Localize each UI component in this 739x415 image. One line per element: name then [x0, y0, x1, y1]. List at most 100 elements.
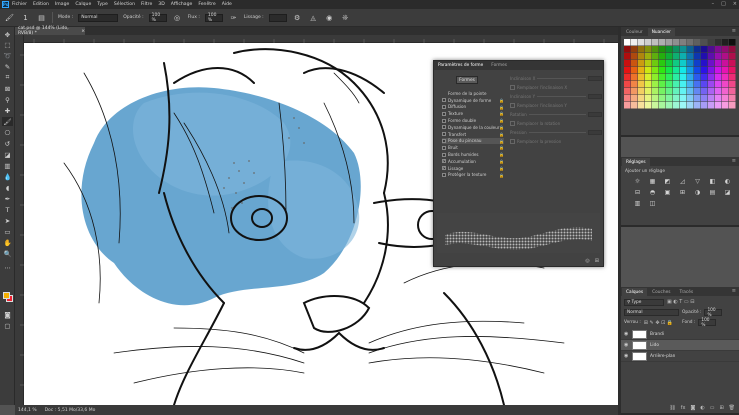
color-swatch[interactable] [687, 88, 694, 95]
menu-fichier[interactable]: Fichier [12, 2, 27, 7]
color-swatch[interactable] [631, 39, 638, 46]
posterize-icon[interactable]: ▤ [708, 188, 717, 196]
checkbox[interactable] [510, 121, 515, 126]
color-swatch[interactable] [722, 67, 729, 74]
menu-fenetre[interactable]: Fenêtre [198, 2, 215, 7]
color-swatch[interactable] [694, 81, 701, 88]
brush-option-transfer[interactable]: Transfert 🔒 [442, 131, 504, 138]
eraser-tool-icon[interactable]: ◪ [2, 150, 13, 159]
color-swatch[interactable] [715, 39, 722, 46]
color-swatch[interactable] [652, 81, 659, 88]
color-swatch[interactable] [624, 81, 631, 88]
color-swatch[interactable] [666, 102, 673, 109]
checkbox[interactable] [442, 145, 446, 150]
color-swatch[interactable] [708, 102, 715, 109]
checkbox[interactable] [442, 132, 446, 137]
gradient-tool-icon[interactable]: ▥ [2, 161, 13, 170]
color-swatch[interactable] [659, 102, 666, 109]
lock-icon[interactable]: 🔒 [499, 173, 504, 178]
close-window-button[interactable]: × [733, 1, 737, 7]
color-swatch[interactable] [673, 46, 680, 53]
color-swatch[interactable] [687, 53, 694, 60]
color-swatch[interactable] [722, 88, 729, 95]
color-swatch[interactable] [701, 46, 708, 53]
color-swatch[interactable] [680, 88, 687, 95]
checkbox[interactable] [442, 138, 446, 143]
color-swatch[interactable] [687, 81, 694, 88]
delete-layer-icon[interactable]: 🗑 [729, 405, 735, 411]
lock-icon[interactable]: 🔒 [499, 105, 504, 110]
color-swatch[interactable] [694, 95, 701, 102]
dodge-tool-icon[interactable]: ◖ [2, 183, 13, 192]
lock-icon[interactable]: 🔒 [499, 166, 504, 171]
color-swatch[interactable] [659, 81, 666, 88]
menu-type[interactable]: Type [97, 2, 108, 7]
tab-nuancier[interactable]: Nuancier [647, 28, 675, 36]
fill-field[interactable]: 100 % [698, 318, 717, 328]
panel-menu-icon[interactable]: ≡ [732, 28, 736, 34]
exposure-icon[interactable]: ◿ [678, 177, 687, 185]
layer-opacity-field[interactable]: 100 % [704, 308, 723, 318]
visibility-eye-icon[interactable]: ◉ [624, 342, 629, 348]
tab-couches[interactable]: Couches [648, 288, 674, 296]
menu-affichage[interactable]: Affichage [171, 2, 193, 7]
color-swatch[interactable] [666, 60, 673, 67]
lock-icon[interactable]: 🔒 [499, 159, 504, 164]
color-swatch[interactable] [694, 46, 701, 53]
color-swatch[interactable] [638, 95, 645, 102]
color-swatch[interactable] [715, 81, 722, 88]
color-swatch[interactable] [680, 46, 687, 53]
quick-mask-icon[interactable]: ◙ [2, 310, 13, 319]
curves-icon[interactable]: ◩ [663, 177, 672, 185]
tab-brushes[interactable]: Formes [491, 63, 507, 68]
document-info[interactable]: Doc : 5,51 Mo/33,6 Mo [45, 408, 96, 413]
color-swatch[interactable] [638, 81, 645, 88]
checkbox[interactable]: ✓ [442, 159, 446, 164]
eyedropper-tool-icon[interactable]: ⚲ [2, 95, 13, 104]
color-swatch[interactable] [715, 67, 722, 74]
color-swatch[interactable] [631, 67, 638, 74]
shape-tool-icon[interactable]: ▭ [2, 227, 13, 236]
color-swatch[interactable] [708, 74, 715, 81]
airbrush-icon[interactable]: ✑ [228, 12, 239, 23]
checkbox[interactable] [510, 139, 515, 144]
levels-icon[interactable]: ▦ [648, 177, 657, 185]
brightness-icon[interactable]: ☼ [633, 177, 642, 185]
mode-select[interactable]: Normal [78, 13, 119, 22]
color-swatch[interactable] [631, 60, 638, 67]
color-swatch[interactable] [701, 81, 708, 88]
tab-reglages[interactable]: Réglages [622, 158, 650, 166]
color-swatch[interactable] [722, 39, 729, 46]
history-brush-tool-icon[interactable]: ↺ [2, 139, 13, 148]
menu-edition[interactable]: Edition [33, 2, 49, 7]
hand-tool-icon[interactable]: ✋ [2, 238, 13, 247]
layer-row[interactable]: ◉ Arrière-plan [621, 351, 739, 362]
color-swatch[interactable] [645, 60, 652, 67]
color-swatch[interactable] [694, 88, 701, 95]
color-swatch[interactable] [687, 95, 694, 102]
color-swatch[interactable] [680, 102, 687, 109]
menu-image[interactable]: Image [55, 2, 69, 7]
pressure-size-icon[interactable]: ◉ [324, 12, 335, 23]
document-tab[interactable]: cat.psd @ 144% (Lido, RVB/8) * × [15, 26, 85, 36]
brush-option-smoothing[interactable]: ✓ Lissage 🔒 [442, 165, 504, 172]
value-field[interactable] [588, 130, 602, 135]
lock-icon[interactable]: 🔒 [499, 125, 504, 130]
filter-icons[interactable]: ▣ ◐ T ▭ ⊟ [667, 299, 694, 306]
color-swatch[interactable] [666, 53, 673, 60]
gradient-map-icon[interactable]: ▥ [633, 199, 642, 207]
tab-couleur[interactable]: Couleur [622, 28, 647, 36]
color-swatch[interactable] [680, 81, 687, 88]
color-swatch[interactable] [631, 88, 638, 95]
brush-option-shape-dynamics[interactable]: Dynamique de forme 🔒 [442, 97, 504, 104]
lock-icon[interactable]: 🔒 [499, 139, 504, 144]
slider-track[interactable] [537, 95, 586, 98]
layer-row[interactable]: ◉ Brandi [621, 329, 739, 340]
tab-calques[interactable]: Calques [622, 288, 648, 296]
color-swatch[interactable] [652, 46, 659, 53]
color-swatch[interactable] [701, 67, 708, 74]
brush-option-scattering[interactable]: Diffusion 🔒 [442, 104, 504, 111]
blend-mode-select[interactable]: Normal [624, 309, 679, 316]
color-swatch[interactable] [645, 39, 652, 46]
color-swatch[interactable] [708, 95, 715, 102]
